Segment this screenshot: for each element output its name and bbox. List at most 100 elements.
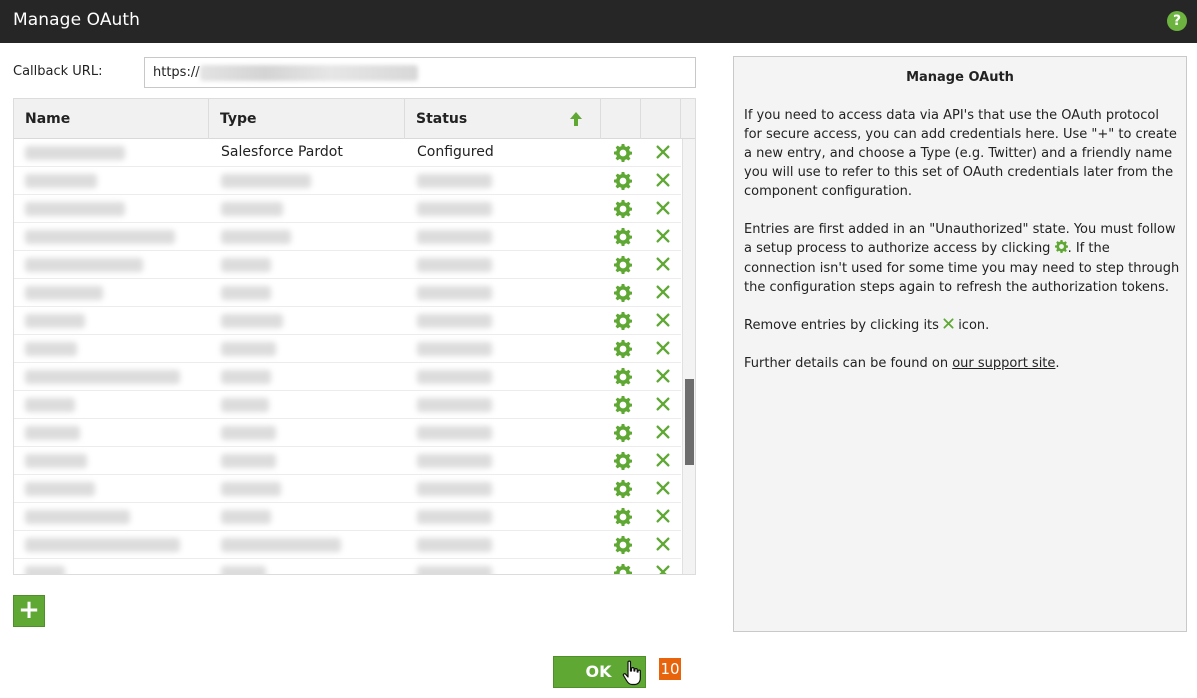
redacted-text <box>221 174 311 188</box>
redacted-text <box>25 286 103 300</box>
gear-icon <box>1054 240 1068 259</box>
help-text: Remove entries by clicking its <box>744 318 944 333</box>
table-row[interactable] <box>14 531 681 559</box>
close-icon[interactable] <box>655 172 671 192</box>
gear-icon[interactable] <box>614 256 633 278</box>
gear-icon[interactable] <box>614 340 633 362</box>
table-row[interactable] <box>14 279 681 307</box>
gear-icon[interactable] <box>614 508 633 530</box>
table-row[interactable]: Salesforce Pardot Configured <box>14 139 681 167</box>
redacted-text <box>417 342 492 356</box>
redacted-text <box>221 426 276 440</box>
table-row[interactable] <box>14 251 681 279</box>
redacted-text <box>25 398 75 412</box>
close-icon[interactable] <box>655 508 671 528</box>
close-icon[interactable] <box>655 256 671 276</box>
help-panel-title: Manage OAuth <box>906 70 1014 85</box>
table-row[interactable] <box>14 475 681 503</box>
close-icon[interactable] <box>655 228 671 248</box>
table-row[interactable] <box>14 419 681 447</box>
redacted-text <box>221 370 271 384</box>
gear-icon[interactable] <box>614 424 633 446</box>
redacted-text <box>221 482 281 496</box>
redacted-text <box>417 538 492 552</box>
callback-url-label: Callback URL: <box>13 64 103 79</box>
callback-url-field[interactable]: https:// <box>144 57 696 88</box>
table-row[interactable] <box>14 503 681 531</box>
gear-icon[interactable] <box>614 480 633 502</box>
redacted-text <box>25 370 180 384</box>
redacted-text <box>25 538 180 552</box>
close-icon[interactable] <box>655 340 671 360</box>
redacted-text <box>25 202 125 216</box>
close-icon[interactable] <box>655 452 671 472</box>
close-icon[interactable] <box>655 536 671 556</box>
help-panel: Manage OAuth If you need to access data … <box>733 56 1187 632</box>
scrollbar-thumb[interactable] <box>685 379 694 465</box>
table-row[interactable] <box>14 391 681 419</box>
gear-icon[interactable] <box>614 536 633 558</box>
close-icon[interactable] <box>655 480 671 500</box>
table-row[interactable] <box>14 167 681 195</box>
redacted-text <box>221 230 291 244</box>
close-icon[interactable] <box>655 396 671 416</box>
close-icon[interactable] <box>655 144 671 164</box>
redacted-text <box>221 454 276 468</box>
table-row[interactable] <box>14 363 681 391</box>
redacted-text <box>221 538 341 552</box>
gear-icon[interactable] <box>614 396 633 418</box>
table-row[interactable] <box>14 195 681 223</box>
table-row[interactable] <box>14 559 681 574</box>
gear-icon[interactable] <box>614 312 633 334</box>
redacted-text <box>221 258 271 272</box>
gear-icon[interactable] <box>614 228 633 250</box>
gear-icon[interactable] <box>614 368 633 390</box>
table-row[interactable] <box>14 447 681 475</box>
gear-icon[interactable] <box>614 452 633 474</box>
gear-icon[interactable] <box>614 144 633 166</box>
gear-icon[interactable] <box>614 564 633 574</box>
close-icon[interactable] <box>655 284 671 304</box>
help-icon[interactable]: ? <box>1167 11 1187 31</box>
redacted-text <box>25 146 125 160</box>
gear-icon[interactable] <box>614 284 633 306</box>
arrow-up-icon[interactable] <box>569 111 583 131</box>
close-icon[interactable] <box>655 312 671 332</box>
cell-type: Salesforce Pardot <box>221 144 343 160</box>
table-row[interactable] <box>14 307 681 335</box>
close-icon[interactable] <box>655 424 671 444</box>
redacted-text <box>25 566 65 574</box>
redacted-text <box>25 258 143 272</box>
redacted-text <box>417 482 492 496</box>
redacted-text <box>25 454 87 468</box>
gear-icon[interactable] <box>614 200 633 222</box>
column-header-type[interactable]: Type <box>209 99 405 139</box>
redacted-text <box>417 510 492 524</box>
hand-cursor-icon <box>622 660 642 690</box>
close-icon[interactable] <box>655 200 671 220</box>
column-header-name[interactable]: Name <box>14 99 209 139</box>
redacted-text <box>25 230 175 244</box>
redacted-text <box>221 510 271 524</box>
table-row[interactable] <box>14 335 681 363</box>
help-paragraph-4: Further details can be found on our supp… <box>744 354 1180 373</box>
help-text: Further details can be found on <box>744 356 953 371</box>
redacted-text <box>417 370 492 384</box>
gear-icon[interactable] <box>614 172 633 194</box>
close-icon[interactable] <box>655 368 671 388</box>
redacted-text <box>25 174 97 188</box>
vertical-scrollbar[interactable] <box>682 139 695 574</box>
grid-header: Name Type Status <box>14 99 695 139</box>
redacted-text <box>221 342 276 356</box>
table-row[interactable] <box>14 223 681 251</box>
redacted-text <box>417 314 492 328</box>
redacted-text <box>417 174 492 188</box>
cell-status: Configured <box>417 144 494 160</box>
add-entry-button[interactable]: + <box>13 595 45 627</box>
redacted-text <box>221 286 271 300</box>
column-header-remove <box>641 99 681 139</box>
column-header-configure <box>601 99 641 139</box>
support-site-link[interactable]: our support site <box>952 356 1055 371</box>
redacted-text <box>25 426 80 440</box>
close-icon[interactable] <box>655 564 671 574</box>
